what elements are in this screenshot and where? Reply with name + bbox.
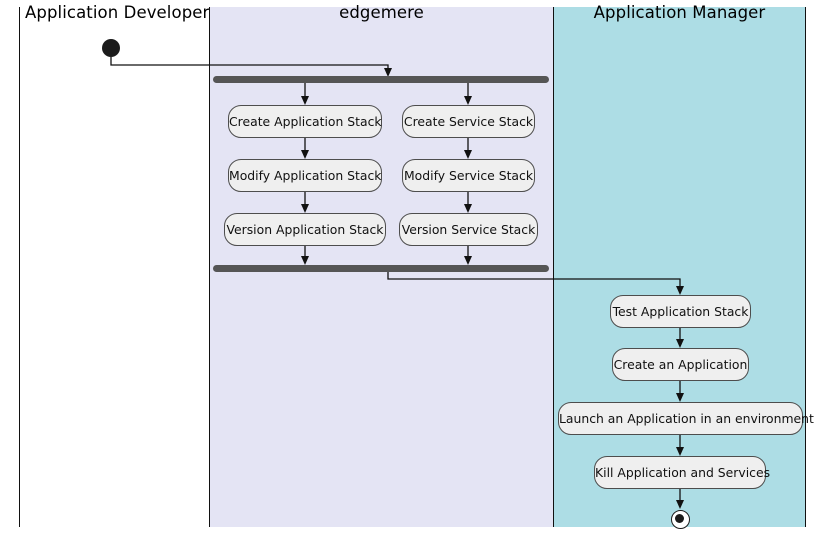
- activity-modify-service-stack[interactable]: Modify Service Stack: [402, 159, 535, 192]
- activity-create-an-application[interactable]: Create an Application: [612, 348, 749, 381]
- activity-create-service-stack[interactable]: Create Service Stack: [402, 105, 535, 138]
- activity-version-service-stack[interactable]: Version Service Stack: [399, 213, 538, 246]
- activity-version-application-stack[interactable]: Version Application Stack: [224, 213, 386, 246]
- join-bar: [213, 265, 549, 272]
- swimlane-application-developer: Application Developer: [19, 3, 209, 527]
- activity-create-application-stack[interactable]: Create Application Stack: [228, 105, 382, 138]
- activity-launch-an-application-in-an-environment[interactable]: Launch an Application in an environment: [558, 402, 814, 435]
- final-node: [671, 510, 690, 529]
- activity-modify-application-stack[interactable]: Modify Application Stack: [228, 159, 382, 192]
- fork-bar: [213, 76, 549, 83]
- swimlane-title-application-developer: Application Developer: [25, 3, 210, 22]
- swimlane-application-manager: Application Manager: [553, 3, 806, 527]
- activity-test-application-stack[interactable]: Test Application Stack: [610, 295, 751, 328]
- swimlane-title-edgemere: edgemere: [339, 3, 424, 22]
- activity-kill-application-and-services[interactable]: Kill Application and Services: [594, 456, 770, 489]
- swimlane-title-application-manager: Application Manager: [593, 3, 766, 22]
- activity-diagram-canvas: Application Developer edgemere Applicati…: [0, 0, 824, 541]
- initial-node: [102, 39, 120, 57]
